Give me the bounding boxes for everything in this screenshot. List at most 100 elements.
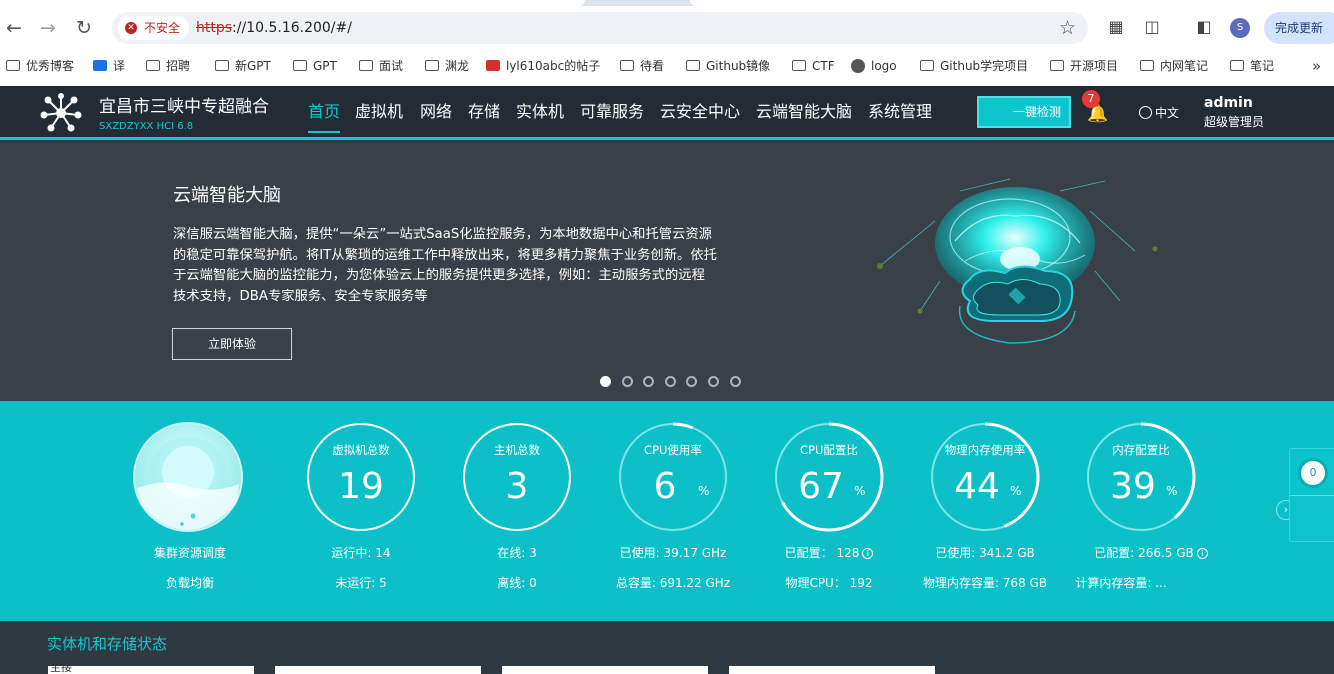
more-bookmarks-icon[interactable]: » (1312, 54, 1321, 78)
qr-code-icon[interactable]: ▦ (1106, 17, 1126, 37)
status-card[interactable] (502, 666, 708, 674)
security-indicator[interactable]: ✕ 不安全 (118, 16, 190, 40)
warning-icon: ✕ (125, 22, 137, 34)
cpu-usage-widget[interactable]: CPU使用率 6 % (618, 422, 728, 532)
folder-icon (792, 60, 806, 71)
app-header: 宜昌市三峡中专超融合 SXZDZYXX HCI 6.8 首页 虚拟机 网络 存储… (0, 86, 1334, 140)
memory-used: 已使用: 341.2 GB (935, 546, 1035, 560)
url-rest: ://10.5.16.200/#/ (232, 20, 352, 36)
bookmark-item[interactable]: 优秀博客 (6, 54, 74, 78)
carousel-dot[interactable] (664, 376, 676, 387)
bookmark-star-icon[interactable]: ☆ (1059, 17, 1076, 39)
banner-carousel: 云端智能大脑 深信服云端智能大脑，提供“一朵云”一站式SaaS化监控服务，为本地… (0, 143, 1334, 401)
resource-overview: 集群资源调度 负载均衡 虚拟机总数 19 运行中: 14 未运行: 5 主机总数… (0, 401, 1334, 621)
cpu-usage-unit: % (698, 484, 710, 498)
menu-cloud-brain[interactable]: 云端智能大脑 (756, 86, 852, 137)
folder-icon (1140, 60, 1154, 71)
side-panel-icon[interactable]: ◧ (1194, 17, 1214, 37)
extensions-icon[interactable]: ◫ (1142, 17, 1162, 37)
memory-ratio-title: 内存配置比 (1112, 443, 1170, 457)
bookmarks-bar: 优秀博客 译 招聘 新GPT GPT 面试 渊龙 lyl610abc的帖子 待看… (0, 54, 1334, 78)
info-icon[interactable]: i (1196, 548, 1208, 559)
user-name[interactable]: admin (1204, 94, 1253, 112)
floating-panel[interactable]: 0 (1289, 448, 1334, 542)
bookmark-item[interactable]: 待看 (620, 54, 664, 78)
bookmark-item[interactable]: 渊龙 (425, 54, 469, 78)
memory-ratio-widget[interactable]: 内存配置比 39 % (1086, 422, 1196, 532)
compute-memory-capacity: 计算内存容量: ... (1075, 576, 1167, 590)
bookmark-item[interactable]: 笔记 (1230, 54, 1274, 78)
forward-icon[interactable]: → (36, 16, 60, 40)
bookmark-item[interactable]: CTF (792, 54, 835, 78)
bookmark-item[interactable]: Github镜像 (686, 54, 770, 78)
translate-icon (93, 60, 107, 71)
physical-cpu: 物理CPU： 192 (785, 576, 873, 590)
one-click-check-button[interactable]: 一键检测 (977, 96, 1071, 128)
address-bar[interactable]: ✕ 不安全 https://10.5.16.200/#/ ☆ (112, 12, 1088, 44)
host-total-widget[interactable]: 主机总数 3 (462, 422, 572, 532)
brand-name: 宜昌市三峡中专超融合 (99, 97, 269, 117)
carousel-dot[interactable] (643, 376, 655, 387)
bookmark-item[interactable]: 开源项目 (1050, 54, 1118, 78)
bookmark-item[interactable]: 译 (93, 54, 125, 78)
menu-storage[interactable]: 存储 (468, 86, 500, 137)
folder-icon (620, 60, 634, 71)
vm-total-title: 虚拟机总数 (332, 443, 390, 457)
profile-avatar[interactable]: S (1230, 18, 1250, 38)
bookmark-item[interactable]: 内网笔记 (1140, 54, 1208, 78)
language-switch[interactable]: 中文 (1139, 104, 1179, 122)
menu-reliable[interactable]: 可靠服务 (580, 86, 644, 137)
load-balance-label: 负载均衡 (165, 576, 214, 590)
vm-stopped: 未运行: 5 (335, 576, 387, 590)
bookmark-item[interactable]: logo (851, 54, 897, 78)
carousel-dot[interactable] (600, 376, 611, 387)
vm-total-value: 19 (338, 466, 384, 507)
bookmark-item[interactable]: 招聘 (146, 54, 190, 78)
cluster-scheduling-widget[interactable] (133, 422, 243, 532)
status-card[interactable] (275, 666, 481, 674)
try-now-button[interactable]: 立即体验 (172, 328, 292, 360)
notification-badge: 7 (1082, 90, 1100, 108)
back-icon[interactable]: ← (2, 16, 26, 40)
carousel-dot[interactable] (621, 376, 633, 387)
bookmark-item[interactable]: 面试 (359, 54, 403, 78)
menu-cloud-security[interactable]: 云安全中心 (660, 86, 740, 137)
carousel-dot[interactable] (708, 376, 719, 387)
menu-system[interactable]: 系统管理 (868, 86, 932, 137)
banner-title: 云端智能大脑 (173, 185, 281, 206)
menu-vm[interactable]: 虚拟机 (355, 86, 403, 137)
vm-total-widget[interactable]: 虚拟机总数 19 (306, 422, 416, 532)
folder-icon (1230, 60, 1244, 71)
bookmark-item[interactable]: lyl610abc的帖子 (486, 54, 600, 78)
host-total-value: 3 (505, 466, 529, 507)
bookmark-item[interactable]: Github学完项目 (920, 54, 1028, 78)
url-text[interactable]: https://10.5.16.200/#/ (196, 12, 352, 44)
tab-strip (0, 0, 1334, 6)
task-counter[interactable]: 0 (1298, 458, 1328, 488)
carousel-dot[interactable] (686, 376, 698, 387)
menu-network[interactable]: 网络 (420, 86, 452, 137)
info-icon[interactable]: i (862, 548, 874, 559)
cluster-wave-graphic (133, 422, 243, 532)
memory-usage-widget[interactable]: 物理内存使用率 44 % (930, 422, 1040, 532)
bookmark-item[interactable]: GPT (293, 54, 337, 78)
cpu-ratio-widget[interactable]: CPU配置比 67 % (774, 422, 884, 532)
carousel-dot[interactable] (729, 376, 741, 387)
memory-usage-unit: % (1010, 484, 1022, 498)
user-role: 超级管理员 (1204, 115, 1265, 129)
menu-home[interactable]: 首页 (308, 86, 341, 137)
status-card[interactable] (729, 666, 935, 674)
reload-icon[interactable]: ↻ (72, 16, 96, 40)
host-online: 在线: 3 (497, 546, 537, 560)
memory-configured: 已配置: 266.5 GB i (1066, 545, 1236, 561)
memory-usage-title: 物理内存使用率 (944, 443, 1026, 457)
host-total-title: 主机总数 (494, 443, 540, 457)
status-card[interactable]: 主接 (48, 662, 254, 674)
vm-running: 运行中: 14 (331, 546, 391, 560)
folder-icon (293, 60, 307, 71)
update-button[interactable]: 完成更新 (1264, 12, 1334, 44)
menu-physical[interactable]: 实体机 (516, 86, 564, 137)
card-tab-label: 主接 (50, 661, 72, 674)
cpu-ratio-unit: % (854, 484, 866, 498)
bookmark-item[interactable]: 新GPT (215, 54, 271, 78)
